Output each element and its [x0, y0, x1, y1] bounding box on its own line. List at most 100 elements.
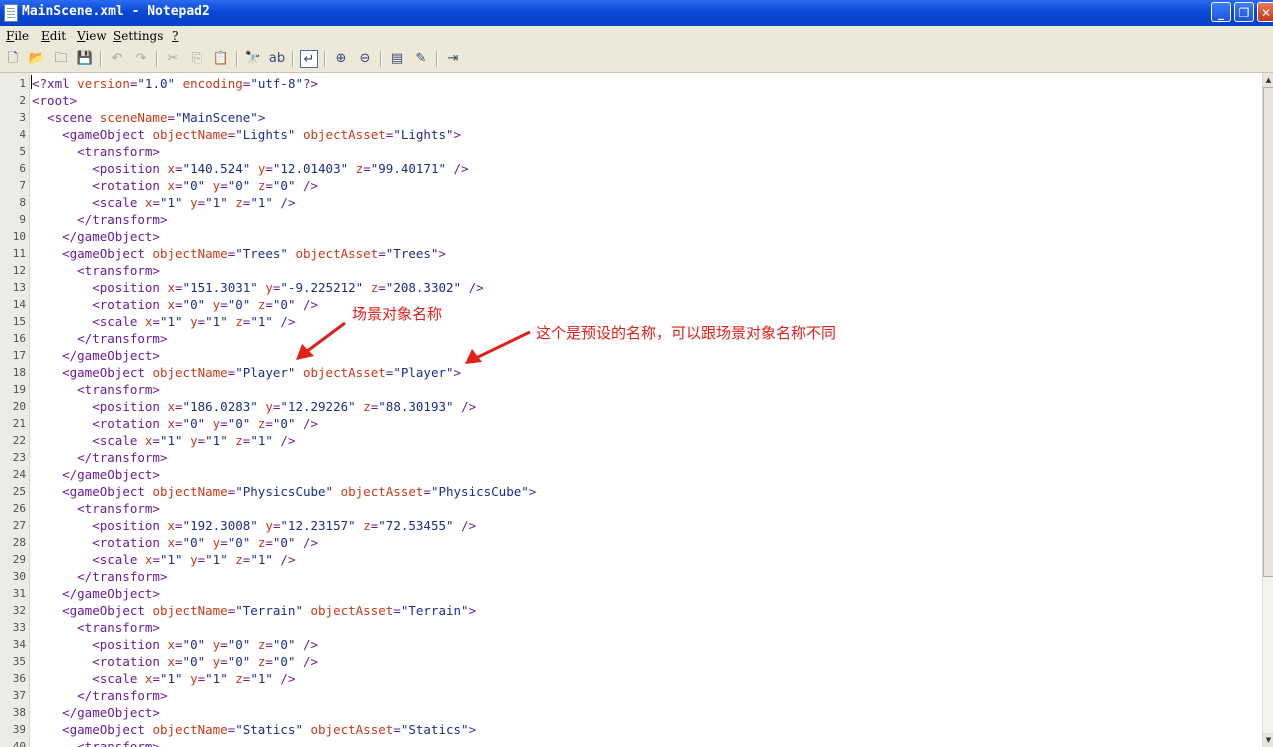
- menu-item-3[interactable]: Settings: [113, 29, 163, 43]
- line-number: 14: [12, 298, 26, 311]
- cut-icon[interactable]: ✂: [164, 50, 182, 68]
- maximize-button[interactable]: ❐: [1234, 2, 1254, 22]
- line-number: 9: [19, 213, 26, 226]
- code-line[interactable]: 29 <scale x="1" y="1" z="1" />: [0, 551, 1262, 568]
- line-text: <position x="0" y="0" z="0" />: [92, 637, 319, 652]
- replace-icon[interactable]: ab: [268, 50, 286, 68]
- code-line[interactable]: 24 </gameObject>: [0, 466, 1262, 483]
- code-line[interactable]: 7 <rotation x="0" y="0" z="0" />: [0, 177, 1262, 194]
- line-number: 3: [19, 111, 26, 124]
- code-line[interactable]: 5 <transform>: [0, 143, 1262, 160]
- code-line[interactable]: 38 </gameObject>: [0, 704, 1262, 721]
- open-icon[interactable]: 📂: [28, 50, 46, 68]
- line-text: <scene sceneName="MainScene">: [47, 110, 266, 125]
- code-line[interactable]: 27 <position x="192.3008" y="12.23157" z…: [0, 517, 1262, 534]
- code-line[interactable]: 35 <rotation x="0" y="0" z="0" />: [0, 653, 1262, 670]
- code-line[interactable]: 6 <position x="140.524" y="12.01403" z="…: [0, 160, 1262, 177]
- code-line[interactable]: 14 <rotation x="0" y="0" z="0" />: [0, 296, 1262, 313]
- line-number: 17: [12, 349, 26, 362]
- code-line[interactable]: 10 </gameObject>: [0, 228, 1262, 245]
- toolbar-separator: [292, 51, 294, 67]
- code-line[interactable]: 23 </transform>: [0, 449, 1262, 466]
- annotation-scene-object-name: 场景对象名称: [352, 305, 443, 323]
- menu-item-4[interactable]: ?: [172, 29, 178, 43]
- menu-item-1[interactable]: Edit: [41, 29, 66, 43]
- scheme-icon[interactable]: ▤: [388, 50, 406, 68]
- scroll-up-arrow-icon[interactable]: ▲: [1263, 73, 1273, 87]
- menu-bar: File Edit View Settings?: [0, 26, 1273, 46]
- code-line[interactable]: 11 <gameObject objectName="Trees" object…: [0, 245, 1262, 262]
- code-line[interactable]: 30 </transform>: [0, 568, 1262, 585]
- line-number: 37: [12, 689, 26, 702]
- code-line[interactable]: 36 <scale x="1" y="1" z="1" />: [0, 670, 1262, 687]
- zoom-out-icon[interactable]: ⊖: [356, 50, 374, 68]
- scroll-down-arrow-icon[interactable]: ▼: [1263, 733, 1273, 747]
- paste-icon[interactable]: 📋: [212, 50, 230, 68]
- line-number: 32: [12, 604, 26, 617]
- code-line[interactable]: 18 <gameObject objectName="Player" objec…: [0, 364, 1262, 381]
- customize-schemes-icon[interactable]: ✎: [412, 50, 430, 68]
- line-text: <position x="186.0283" y="12.29226" z="8…: [92, 399, 477, 414]
- line-number: 18: [12, 366, 26, 379]
- line-text: <transform>: [77, 144, 160, 159]
- line-number: 30: [12, 570, 26, 583]
- code-line[interactable]: 9 </transform>: [0, 211, 1262, 228]
- text-editor[interactable]: 1 <?xml version="1.0" encoding="utf-8"?> 2…: [0, 73, 1262, 747]
- redo-icon[interactable]: ↷: [132, 50, 150, 68]
- notepad-app-icon[interactable]: [4, 4, 18, 22]
- text-caret: [31, 75, 32, 89]
- scrollbar-thumb[interactable]: [1263, 87, 1273, 577]
- code-line[interactable]: 4 <gameObject objectName="Lights" object…: [0, 126, 1262, 143]
- line-text: </gameObject>: [62, 348, 160, 363]
- toolbar-separator: [380, 51, 382, 67]
- line-number: 23: [12, 451, 26, 464]
- code-line[interactable]: 39 <gameObject objectName="Statics" obje…: [0, 721, 1262, 738]
- line-number: 21: [12, 417, 26, 430]
- copy-icon[interactable]: ⎘: [188, 50, 206, 68]
- save-icon[interactable]: 💾: [76, 50, 94, 68]
- undo-icon[interactable]: ↶: [108, 50, 126, 68]
- close-button[interactable]: ✕: [1257, 2, 1273, 22]
- line-text: <transform>: [77, 501, 160, 516]
- word-wrap-icon[interactable]: ↵: [300, 50, 318, 68]
- zoom-in-icon[interactable]: ⊕: [332, 50, 350, 68]
- find-icon[interactable]: 🔭: [244, 50, 262, 68]
- code-line[interactable]: 34 <position x="0" y="0" z="0" />: [0, 636, 1262, 653]
- line-number: 12: [12, 264, 26, 277]
- line-number: 8: [19, 196, 26, 209]
- code-line[interactable]: 19 <transform>: [0, 381, 1262, 398]
- code-line[interactable]: 21 <rotation x="0" y="0" z="0" />: [0, 415, 1262, 432]
- line-text: <transform>: [77, 739, 160, 747]
- code-line[interactable]: 3 <scene sceneName="MainScene">: [0, 109, 1262, 126]
- code-line[interactable]: 31 </gameObject>: [0, 585, 1262, 602]
- code-line[interactable]: 2 <root>: [0, 92, 1262, 109]
- new-icon[interactable]: 🗋: [4, 50, 22, 68]
- menu-item-0[interactable]: File: [6, 29, 29, 43]
- code-line[interactable]: 33 <transform>: [0, 619, 1262, 636]
- line-number: 27: [12, 519, 26, 532]
- code-line[interactable]: 28 <rotation x="0" y="0" z="0" />: [0, 534, 1262, 551]
- code-line[interactable]: 26 <transform>: [0, 500, 1262, 517]
- code-line[interactable]: 32 <gameObject objectName="Terrain" obje…: [0, 602, 1262, 619]
- code-line[interactable]: 12 <transform>: [0, 262, 1262, 279]
- line-text: <position x="140.524" y="12.01403" z="99…: [92, 161, 469, 176]
- line-text: <gameObject objectName="Trees" objectAss…: [62, 246, 446, 261]
- code-line[interactable]: 1 <?xml version="1.0" encoding="utf-8"?>: [0, 75, 1262, 92]
- vertical-scrollbar[interactable]: ▲ ▼: [1262, 73, 1273, 747]
- minimize-button[interactable]: _: [1211, 2, 1231, 22]
- exit-icon[interactable]: ⇥: [444, 50, 462, 68]
- line-text: <rotation x="0" y="0" z="0" />: [92, 416, 319, 431]
- browse-icon[interactable]: 🗀: [52, 50, 70, 68]
- menu-item-2[interactable]: View: [77, 29, 107, 43]
- code-line[interactable]: 17 </gameObject>: [0, 347, 1262, 364]
- code-line[interactable]: 20 <position x="186.0283" y="12.29226" z…: [0, 398, 1262, 415]
- line-number: 11: [12, 247, 26, 260]
- code-line[interactable]: 22 <scale x="1" y="1" z="1" />: [0, 432, 1262, 449]
- annotation-prefab-name: 这个是预设的名称，可以跟场景对象名称不同: [536, 324, 837, 342]
- code-line[interactable]: 37 </transform>: [0, 687, 1262, 704]
- line-number: 19: [12, 383, 26, 396]
- code-line[interactable]: 25 <gameObject objectName="PhysicsCube" …: [0, 483, 1262, 500]
- code-line[interactable]: 40 <transform>: [0, 738, 1262, 747]
- code-line[interactable]: 8 <scale x="1" y="1" z="1" />: [0, 194, 1262, 211]
- code-line[interactable]: 13 <position x="151.3031" y="-9.225212" …: [0, 279, 1262, 296]
